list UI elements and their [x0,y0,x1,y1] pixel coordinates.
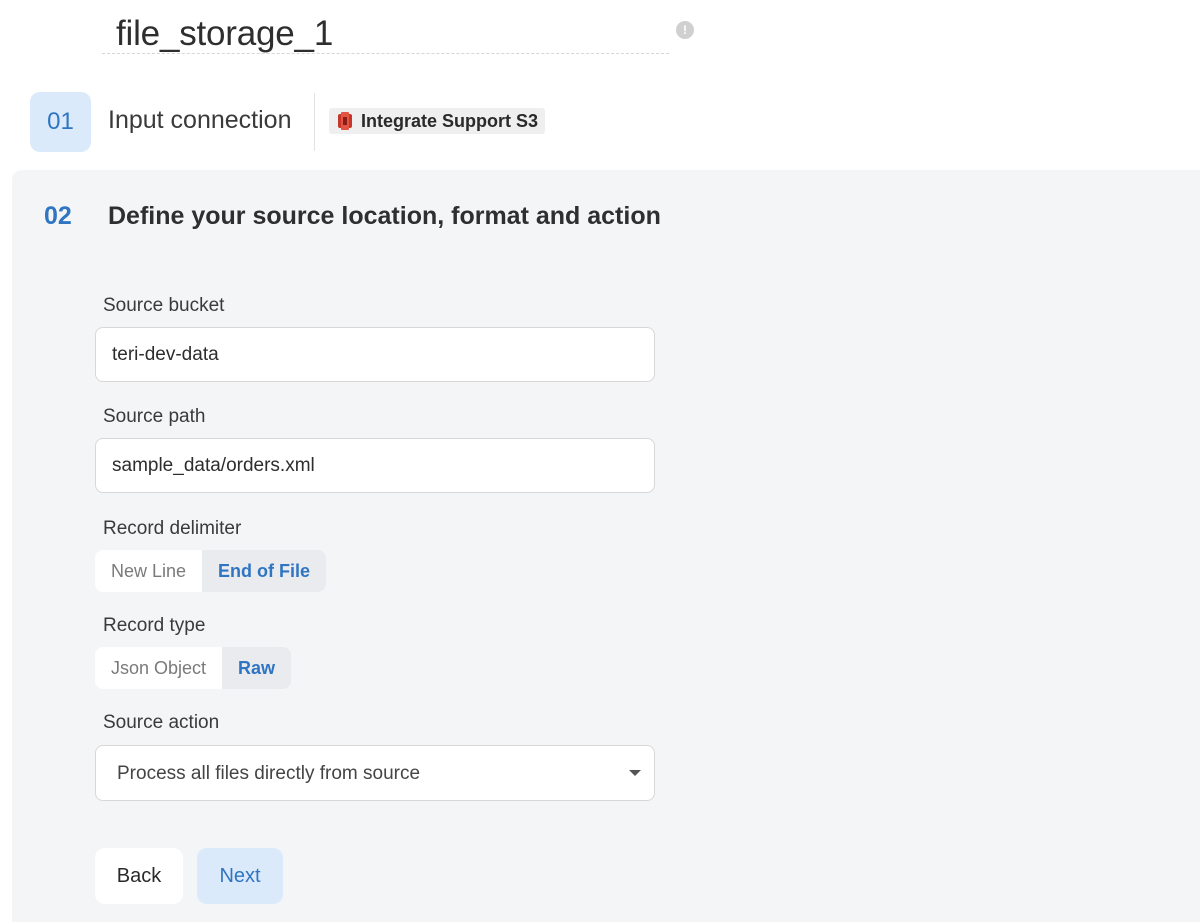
step-2-title: Define your source location, format and … [108,202,661,230]
source-action-label: Source action [103,712,220,733]
step-1-badge: 01 [30,92,91,152]
aws-s3-icon [336,112,354,130]
pipeline-setup-page: file_storage_1 ! 01 Input connection Int… [0,0,1200,922]
record-type-toggle: Json Object Raw [95,647,292,689]
source-path-label: Source path [103,406,206,427]
record-delimiter-toggle: New Line End of File [95,550,327,592]
connection-name: Integrate Support S3 [361,110,539,131]
pipeline-name[interactable]: file_storage_1 [116,14,333,54]
step-2-number: 02 [44,202,72,230]
record-type-option-raw[interactable]: Raw [222,647,292,689]
source-action-select[interactable]: Process all files directly from source [95,745,655,801]
pipeline-name-field[interactable]: file_storage_1 [102,8,669,54]
back-button[interactable]: Back [95,848,183,904]
step-1-divider [314,93,315,151]
record-delimiter-label: Record delimiter [103,518,242,539]
next-button[interactable]: Next [197,848,283,904]
record-type-option-json-object[interactable]: Json Object [95,647,222,689]
source-action-value: Process all files directly from source [117,763,421,784]
delimiter-option-new-line[interactable]: New Line [95,550,202,592]
delimiter-option-end-of-file[interactable]: End of File [202,550,327,592]
info-icon[interactable]: ! [676,21,694,39]
step-2-panel [12,170,1200,922]
chevron-down-icon [629,770,641,776]
source-bucket-label: Source bucket [103,295,225,316]
step-1-label: Input connection [108,106,292,134]
source-bucket-input[interactable] [95,327,655,382]
connection-chip[interactable]: Integrate Support S3 [329,108,546,134]
record-type-label: Record type [103,615,206,636]
source-path-input[interactable] [95,438,655,493]
